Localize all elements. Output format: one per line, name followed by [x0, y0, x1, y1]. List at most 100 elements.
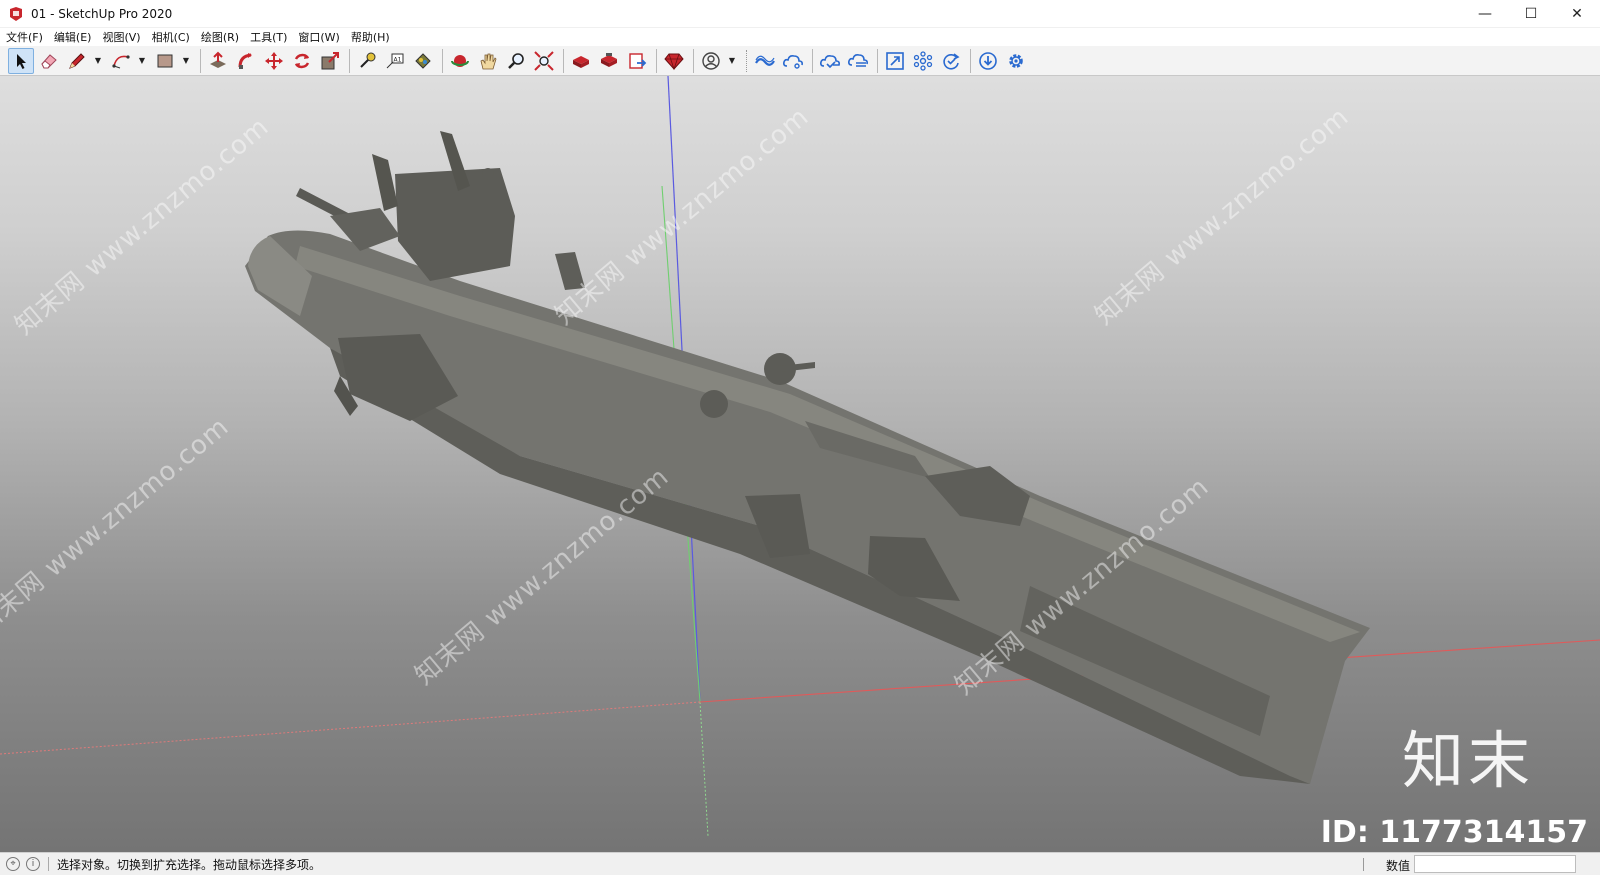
shape-tool-dropdown[interactable]: ▼ [180, 48, 192, 74]
follow-me-tool-button[interactable] [233, 48, 259, 74]
arc-icon [112, 54, 130, 68]
push-pull-icon [210, 51, 226, 68]
paint-bucket-tool-button[interactable] [410, 48, 436, 74]
extension-warehouse-icon [601, 52, 617, 67]
refresh-check-icon [943, 52, 960, 70]
menu-camera[interactable]: 相机(C) [152, 29, 190, 45]
toolbar-separator [877, 48, 878, 73]
user-account-icon [702, 51, 720, 70]
toolbar-separator [442, 48, 443, 73]
magnifier-icon [508, 52, 524, 69]
cloud-list-icon [848, 53, 868, 67]
text-label-icon: A1 [386, 53, 404, 68]
extension-manager-tool-button[interactable] [661, 48, 687, 74]
components-network-icon [913, 50, 933, 71]
ship-sensor-dome-lower [700, 390, 728, 418]
pan-tool-button[interactable] [475, 48, 501, 74]
push-pull-tool-button[interactable] [205, 48, 231, 74]
measurements-label: 数值 [1385, 859, 1410, 873]
main-toolbar: ▼ ▼ ▼ A1 ▼ [0, 46, 1600, 76]
share-model-tool-button[interactable] [780, 48, 806, 74]
zoom-extents-tool-button[interactable] [531, 48, 557, 74]
trimble-connect-icon [755, 55, 775, 66]
line-tool-dropdown[interactable]: ▼ [92, 48, 104, 74]
expand-frame-icon [886, 51, 904, 70]
components-tool-button[interactable] [910, 48, 936, 74]
account-tool-button[interactable] [698, 48, 724, 74]
move-arrows-icon [265, 51, 283, 70]
red-axis-dotted-line [0, 701, 701, 755]
follow-me-icon [238, 52, 252, 69]
tape-measure-icon [360, 52, 376, 68]
send-to-layout-tool-button[interactable] [624, 48, 650, 74]
cloud-check-icon [820, 54, 840, 68]
model-viewport[interactable]: 知末网 www.znzmo.com 知末网 www.znzmo.com 知末网 … [0, 76, 1600, 852]
menu-tools[interactable]: 工具(T) [250, 29, 287, 45]
toolbar-grip[interactable] [746, 49, 749, 72]
account-dropdown[interactable]: ▼ [726, 48, 738, 74]
cloud-share-icon [783, 54, 803, 69]
text-tool-button[interactable]: A1 [382, 48, 408, 74]
minimize-button[interactable]: — [1462, 0, 1508, 28]
trimble-connect-tool-button[interactable] [752, 48, 778, 74]
zoom-window-tool-button[interactable] [882, 48, 908, 74]
rotate-icon [294, 53, 310, 68]
arc-tool-dropdown[interactable]: ▼ [136, 48, 148, 74]
warehouse-tool-button[interactable] [568, 48, 594, 74]
pan-hand-icon [480, 53, 497, 69]
ruby-gem-icon [664, 53, 684, 70]
move-tool-button[interactable] [261, 48, 287, 74]
toolbar-separator [563, 48, 564, 73]
select-tool-button[interactable] [8, 47, 34, 74]
download-circle-icon [979, 51, 997, 70]
collaborate-tool-button[interactable] [817, 48, 843, 74]
3d-warehouse-icon [573, 55, 589, 68]
sketchup-logo-icon [10, 6, 22, 21]
status-separator [48, 857, 49, 871]
download-tool-button[interactable] [975, 48, 1001, 74]
watermark-id: ID: 1177314157 [1320, 815, 1588, 850]
scene-canvas[interactable] [0, 76, 1600, 852]
spaceship-model[interactable] [245, 131, 1370, 784]
status-separator [1363, 858, 1364, 871]
toolbar-separator [349, 48, 350, 73]
menu-edit[interactable]: 编辑(E) [54, 29, 92, 45]
settings-tool-button[interactable] [1003, 48, 1029, 74]
svg-text:A1: A1 [394, 56, 402, 63]
title-bar: 01 - SketchUp Pro 2020 — ☐ ✕ [0, 0, 1600, 28]
pencil-icon [69, 52, 85, 69]
maximize-button[interactable]: ☐ [1508, 0, 1554, 28]
scale-tool-button[interactable] [317, 48, 343, 74]
rectangle-tool-button[interactable] [152, 48, 178, 74]
extension-warehouse-tool-button[interactable] [596, 48, 622, 74]
watermark-logo: 知末 [1401, 724, 1534, 797]
arc-tool-button[interactable] [108, 48, 134, 74]
orbit-tool-button[interactable] [447, 48, 473, 74]
measurements-input[interactable] [1414, 855, 1576, 873]
orbit-icon [451, 54, 469, 67]
info-icon[interactable]: i [26, 857, 40, 871]
ship-tower-antenna [482, 168, 494, 180]
menu-help[interactable]: 帮助(H) [351, 29, 390, 45]
zoom-tool-button[interactable] [503, 48, 529, 74]
ship-tower-fin-left [372, 154, 398, 211]
toolbar-separator [970, 48, 971, 73]
window-title: 01 - SketchUp Pro 2020 [31, 6, 173, 21]
pencil-line-tool-button[interactable] [64, 48, 90, 74]
menu-bar: 文件(F) 编辑(E) 视图(V) 相机(C) 绘图(R) 工具(T) 窗口(W… [0, 28, 1600, 46]
menu-file[interactable]: 文件(F) [6, 29, 43, 45]
menu-window[interactable]: 窗口(W) [298, 29, 339, 45]
gear-icon [1009, 53, 1023, 68]
geo-location-icon[interactable]: ⌖ [6, 857, 20, 871]
menu-draw[interactable]: 绘图(R) [201, 29, 239, 45]
eraser-tool-button[interactable] [36, 48, 62, 74]
scale-icon [321, 51, 339, 69]
send-to-layout-icon [629, 52, 647, 69]
rotate-tool-button[interactable] [289, 48, 315, 74]
close-button[interactable]: ✕ [1554, 0, 1600, 28]
sync-tool-button[interactable] [845, 48, 871, 74]
menu-view[interactable]: 视图(V) [102, 29, 140, 45]
tape-measure-tool-button[interactable] [354, 48, 380, 74]
eraser-icon [41, 53, 57, 68]
sync-update-tool-button[interactable] [938, 48, 964, 74]
